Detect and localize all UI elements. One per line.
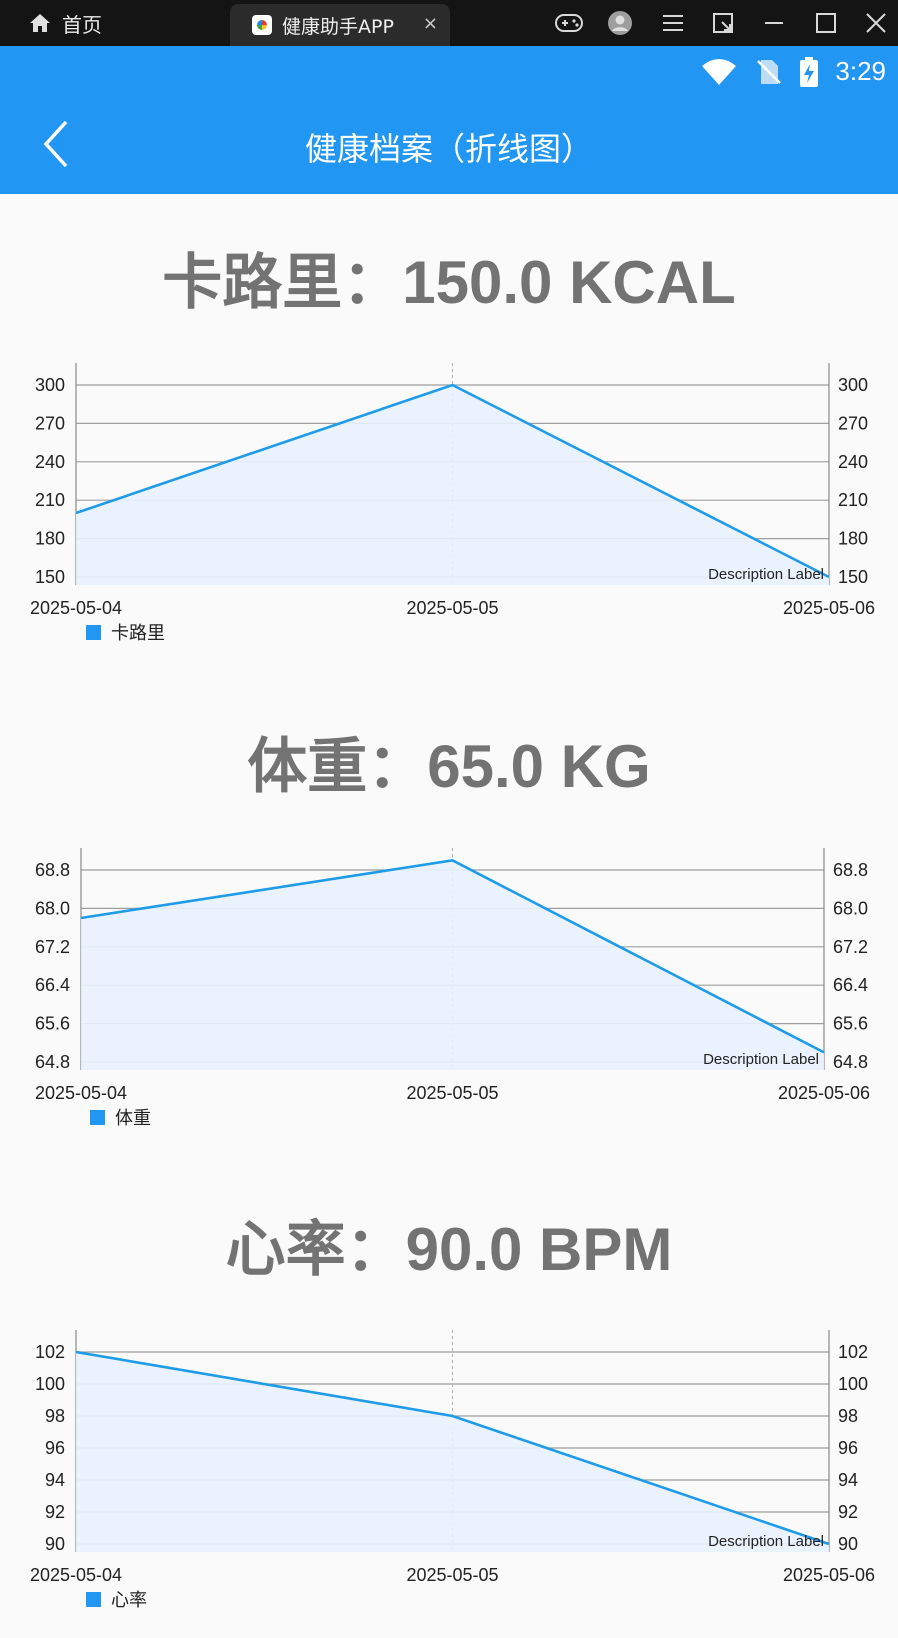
y-tick-label-left: 98 — [45, 1406, 65, 1426]
status-icons: 3:29 — [701, 56, 886, 87]
calorie-summary-title: 卡路里：150.0 KCAL — [162, 249, 736, 316]
y-tick-label-left: 64.8 — [35, 1052, 70, 1072]
y-tick-label-right: 90 — [838, 1534, 858, 1554]
y-tick-label-left: 100 — [35, 1374, 65, 1394]
legend-label: 卡路里 — [111, 623, 165, 644]
y-tick-label-right: 64.8 — [833, 1052, 868, 1072]
tab-close-icon[interactable]: × — [423, 13, 438, 34]
legend-label: 心率 — [111, 1590, 147, 1611]
y-tick-label-left: 102 — [35, 1342, 65, 1362]
description-label: Description Label — [708, 566, 824, 583]
legend-swatch — [86, 625, 101, 640]
heart-rate-chart-svg: 90 90 92 92 94 94 96 96 98 98 100 100 102 102 2025-05-… — [30, 1330, 875, 1611]
y-tick-label-left: 300 — [35, 375, 65, 395]
x-tick-label: 2025-05-04 — [30, 598, 122, 618]
app-tab[interactable]: 健康助手APP × — [230, 4, 450, 46]
y-tick-label-left: 90 — [45, 1534, 65, 1554]
y-tick-label-left: 94 — [45, 1470, 65, 1490]
y-tick-label-right: 68.8 — [833, 860, 868, 880]
wifi-icon — [702, 58, 737, 85]
y-tick-label-right: 98 — [838, 1406, 858, 1426]
y-tick-label-right: 92 — [838, 1502, 858, 1522]
y-tick-label-left: 67.2 — [35, 937, 70, 957]
status-clock: 3:29 — [835, 56, 886, 86]
y-tick-label-left: 66.4 — [35, 975, 70, 995]
app-logo-icon — [252, 15, 272, 35]
y-tick-label-right: 66.4 — [833, 975, 868, 995]
x-tick-label: 2025-05-04 — [30, 1565, 122, 1585]
shrink-window-icon[interactable] — [708, 8, 738, 38]
app-tab-title: 健康助手APP — [282, 15, 394, 38]
minimize-icon[interactable] — [758, 8, 790, 38]
weight-summary-title: 体重：65.0 KG — [247, 733, 651, 800]
y-tick-label-right: 300 — [838, 375, 868, 395]
x-tick-label: 2025-05-05 — [406, 1565, 498, 1585]
heart-rate-summary-title: 心率：90.0 BPM — [225, 1216, 673, 1283]
y-tick-label-left: 210 — [35, 490, 65, 510]
x-tick-label: 2025-05-05 — [406, 1083, 498, 1103]
no-sim-icon — [757, 59, 782, 84]
legend-swatch — [86, 1592, 101, 1607]
home-icon — [30, 14, 50, 32]
x-tick-label: 2025-05-05 — [406, 598, 498, 618]
battery-charging-icon — [800, 56, 819, 87]
y-tick-label-left: 68.0 — [35, 898, 70, 918]
y-tick-label-left: 150 — [35, 567, 65, 587]
y-tick-label-right: 210 — [838, 490, 868, 510]
y-tick-label-left: 68.8 — [35, 860, 70, 880]
home-tab[interactable]: 首页 — [28, 8, 102, 38]
y-tick-label-right: 94 — [838, 1470, 858, 1490]
close-window-icon[interactable] — [860, 8, 892, 38]
y-tick-label-left: 65.6 — [35, 1014, 70, 1034]
weight-chart: 64.8 64.8 65.6 65.6 66.4 66.4 67.2 67.2 68.0 68.0… — [0, 840, 898, 1140]
y-tick-label-right: 68.0 — [833, 898, 868, 918]
legend-swatch — [90, 1110, 105, 1125]
y-tick-label-left: 96 — [45, 1438, 65, 1458]
calorie-chart: 150 150 180 180 210 210 240 240 270 270 300 300 2025… — [0, 355, 898, 655]
y-tick-label-left: 240 — [35, 452, 65, 472]
gamepad-icon[interactable] — [552, 8, 586, 38]
y-tick-label-right: 65.6 — [833, 1014, 868, 1034]
home-label: 首页 — [62, 12, 102, 37]
y-tick-label-left: 270 — [35, 413, 65, 433]
page-title: 健康档案（折线图） — [304, 130, 593, 168]
y-tick-label-right: 180 — [838, 529, 868, 549]
weight-chart-svg: 64.8 64.8 65.6 65.6 66.4 66.4 67.2 67.2 68.0 68.0… — [35, 848, 870, 1129]
menu-icon[interactable] — [658, 8, 688, 38]
y-tick-label-right: 96 — [838, 1438, 858, 1458]
y-tick-label-right: 100 — [838, 1374, 868, 1394]
description-label: Description Label — [708, 1533, 824, 1550]
y-tick-label-right: 150 — [838, 567, 868, 587]
y-tick-label-left: 92 — [45, 1502, 65, 1522]
calorie-chart-svg: 150 150 180 180 210 210 240 240 270 270 300 300 2025… — [30, 363, 875, 644]
y-tick-label-right: 102 — [838, 1342, 868, 1362]
y-tick-label-right: 240 — [838, 452, 868, 472]
y-tick-label-right: 67.2 — [833, 937, 868, 957]
y-tick-label-left: 180 — [35, 529, 65, 549]
heart-rate-chart: 90 90 92 92 94 94 96 96 98 98 100 100 102 102 2025-05-… — [0, 1322, 898, 1622]
x-tick-label: 2025-05-04 — [35, 1083, 127, 1103]
x-tick-label: 2025-05-06 — [783, 598, 875, 618]
description-label: Description Label — [703, 1051, 819, 1068]
x-tick-label: 2025-05-06 — [783, 1565, 875, 1585]
y-tick-label-right: 270 — [838, 413, 868, 433]
account-icon[interactable] — [606, 8, 634, 38]
maximize-icon[interactable] — [810, 8, 842, 38]
x-tick-label: 2025-05-06 — [778, 1083, 870, 1103]
legend-label: 体重 — [115, 1108, 151, 1129]
